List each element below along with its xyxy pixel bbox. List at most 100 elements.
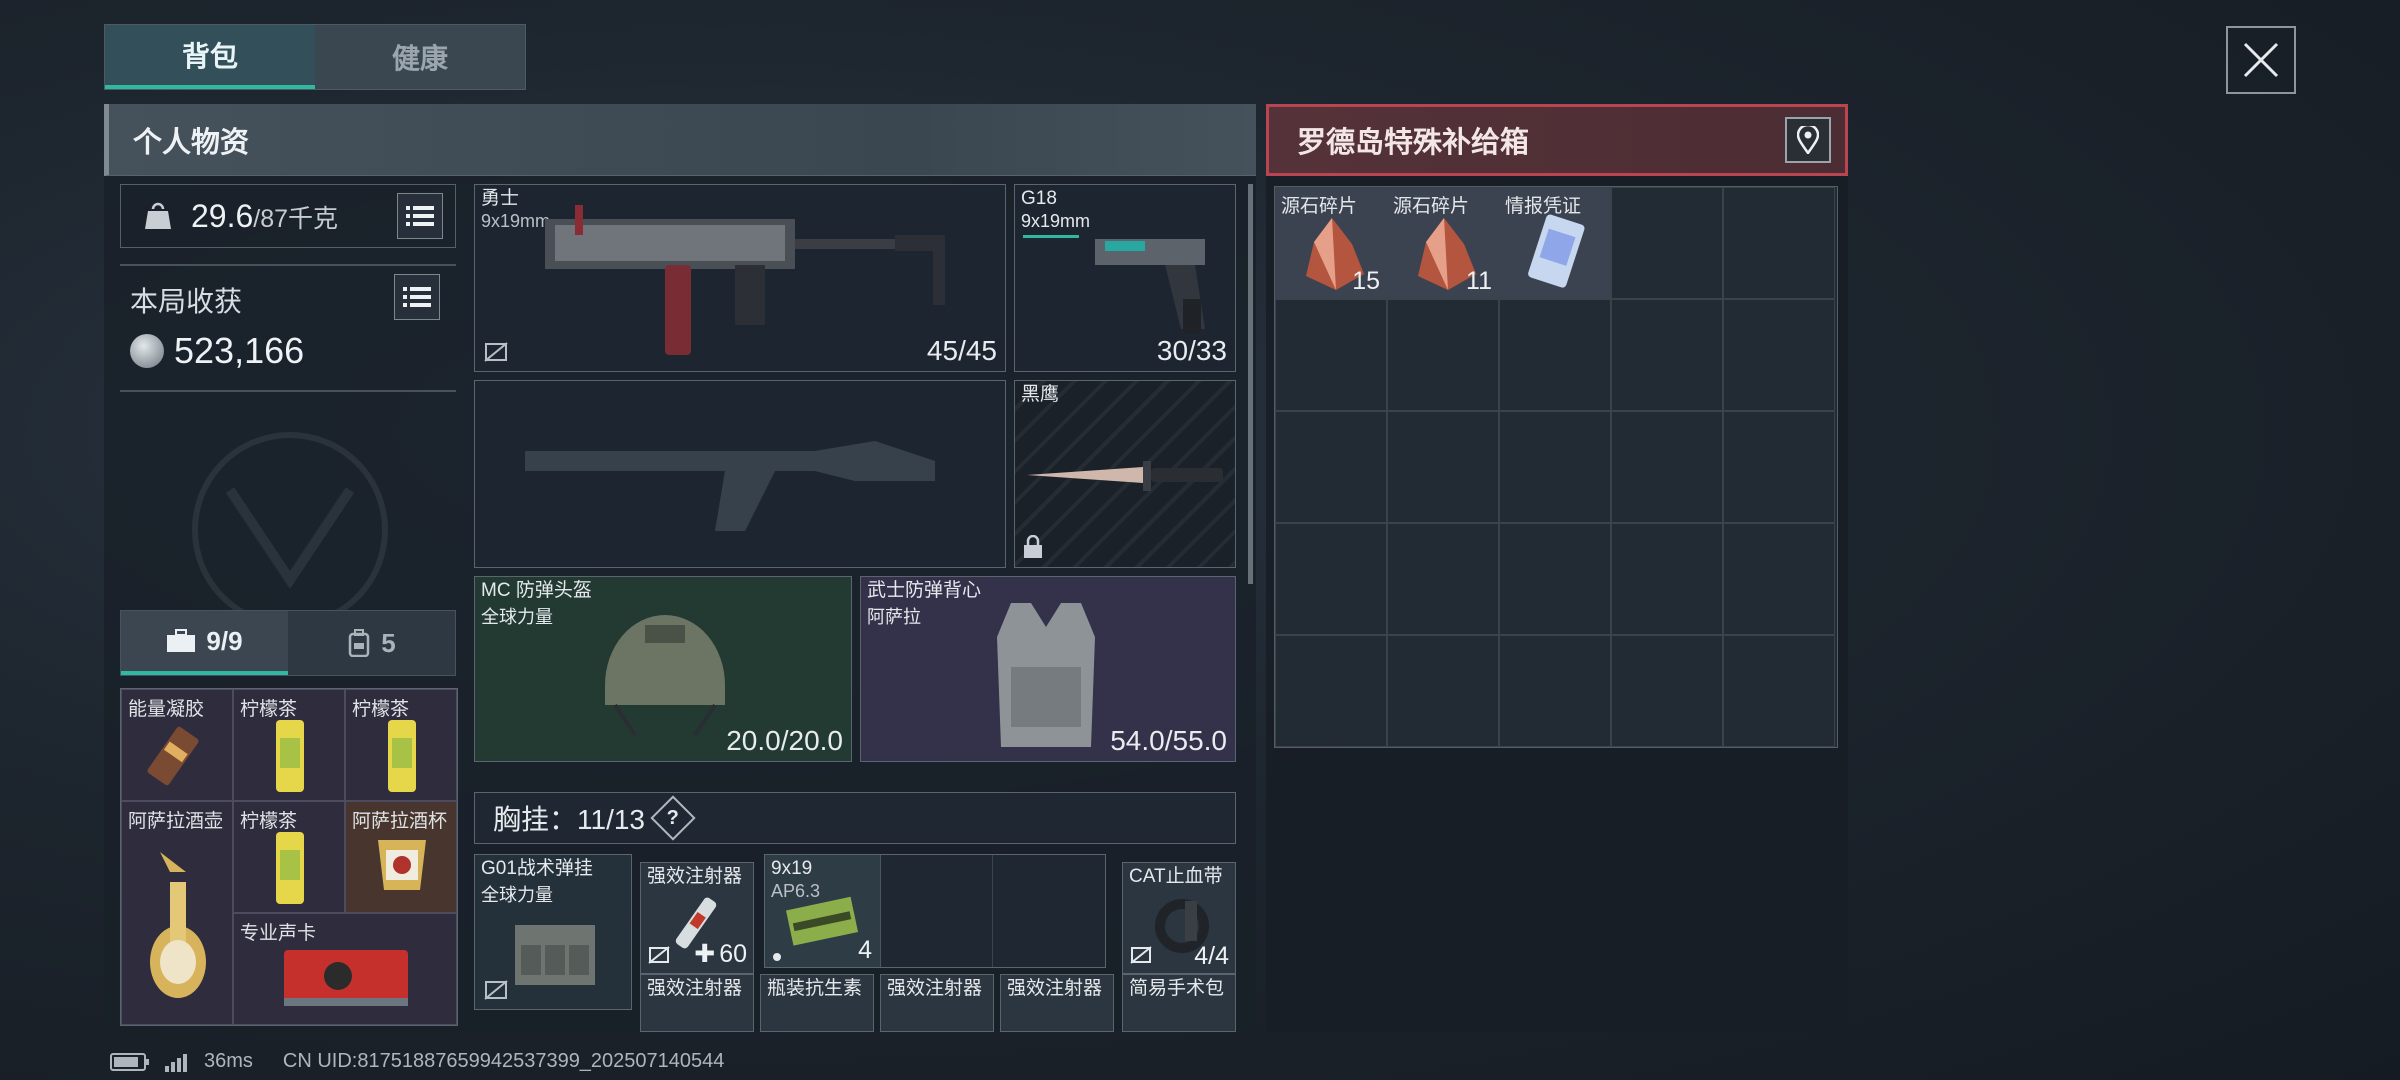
chest-rig-icon — [515, 925, 595, 985]
empty-cell[interactable] — [1387, 523, 1499, 635]
chest-item-surgery-kit[interactable]: 简易手术包 — [1122, 974, 1236, 1032]
ammo-box-icon — [786, 896, 859, 946]
chest-item-injector[interactable]: 强效注射器 ✚ 60 — [640, 862, 754, 974]
sidearm-slot[interactable]: G18 9x19mm 30/33 — [1014, 184, 1236, 372]
emblem-watermark-icon — [192, 432, 388, 628]
armor-slot[interactable]: 武士防弹背心 阿萨拉 54.0/55.0 — [860, 576, 1236, 762]
knife-icon — [1027, 461, 1223, 491]
wine-cup-icon — [378, 840, 426, 890]
inventory-item[interactable]: 阿萨拉酒壶 — [121, 801, 233, 1025]
no-insure-icon — [1130, 946, 1152, 964]
weight-max: /87千克 — [253, 204, 339, 233]
haul-value-row: 523,166 — [130, 330, 304, 372]
empty-cell[interactable] — [1611, 523, 1723, 635]
empty-cell[interactable] — [1275, 635, 1387, 747]
plus-icon: ✚ — [694, 940, 716, 968]
chest-rig-capacity: 胸挂：11/13 — [493, 804, 645, 835]
chest-rig-header: 胸挂：11/13 ? — [474, 792, 1236, 844]
chest-item-tourniquet[interactable]: CAT止血带 4/4 — [1122, 862, 1236, 974]
tab-safe-case[interactable]: 9/9 — [121, 611, 288, 675]
battery-icon — [110, 1052, 149, 1071]
empty-cell[interactable] — [1499, 635, 1611, 747]
tab-health[interactable]: 健康 — [315, 25, 525, 89]
empty-cell[interactable] — [1387, 635, 1499, 747]
empty-cell[interactable] — [1723, 523, 1835, 635]
inventory-item[interactable]: 柠檬茶 — [233, 689, 345, 801]
empty-cell[interactable] — [1611, 187, 1723, 299]
inventory-item[interactable]: 柠檬茶 — [345, 689, 457, 801]
ammo-dot-icon — [773, 953, 781, 961]
backpack-icon — [349, 629, 370, 657]
uid: CN UID:817518876599425373​99_20250714054… — [282, 1050, 725, 1072]
haul-list-button[interactable] — [394, 274, 440, 320]
secondary-weapon-slot[interactable] — [474, 380, 1006, 568]
empty-cell[interactable] — [1499, 523, 1611, 635]
tab-backpack[interactable]: 背包 — [105, 25, 315, 89]
divider — [120, 264, 456, 266]
inventory-item[interactable]: 专业声卡 — [233, 913, 457, 1025]
helmet-slot[interactable]: MC 防弹头盔 全球力量 20.0/20.0 — [474, 576, 852, 762]
injector-uses: ✚ 60 — [694, 939, 747, 969]
lemon-tea-icon — [276, 720, 304, 792]
vest-icon — [997, 603, 1095, 747]
location-pin-icon — [1797, 126, 1819, 154]
loot-item[interactable]: 情报凭证 — [1499, 187, 1611, 299]
close-icon — [2243, 42, 2279, 78]
pistol-icon — [1095, 239, 1205, 333]
chest-item-injector-3[interactable]: 强效注射器 — [880, 974, 994, 1032]
loot-item[interactable]: 源石碎片 15 — [1275, 187, 1387, 299]
rifle-silhouette-icon — [525, 441, 935, 531]
melee-slot[interactable]: 黑鹰 — [1014, 380, 1236, 568]
no-insure-icon — [648, 946, 670, 964]
weight-current: 29.6 — [191, 197, 254, 234]
sound-card-icon — [284, 950, 408, 1006]
sidearm-accent-bar — [1023, 235, 1079, 238]
loot-container-name: 罗德岛特殊补给箱 — [1297, 127, 1530, 159]
empty-cell[interactable] — [1387, 411, 1499, 523]
personal-panel-title: 个人物资 — [104, 104, 1256, 176]
ammo-pouch: 9x19 AP6.3 4 — [764, 854, 1106, 968]
intel-card-icon — [1528, 214, 1585, 288]
tab-backpack-small[interactable]: 5 — [288, 611, 455, 675]
coin-icon — [130, 334, 164, 368]
empty-cell[interactable] — [1611, 635, 1723, 747]
inventory-item[interactable]: 能量凝胶 — [121, 689, 233, 801]
empty-cell[interactable] — [1499, 299, 1611, 411]
energy-gel-icon — [147, 726, 199, 786]
chest-item-antibiotic[interactable]: 瓶装抗生素 — [760, 974, 874, 1032]
location-button[interactable] — [1785, 117, 1831, 163]
empty-cell[interactable] — [1275, 523, 1387, 635]
inventory-item[interactable]: 阿萨拉酒杯 — [345, 801, 457, 913]
empty-cell[interactable] — [1275, 299, 1387, 411]
loot-grid: 源石碎片 15 源石碎片 11 情报凭证 — [1274, 186, 1838, 748]
close-button[interactable] — [2226, 26, 2296, 94]
chest-item-injector-4[interactable]: 强效注射器 — [1000, 974, 1114, 1032]
inventory-item[interactable]: 柠檬茶 — [233, 801, 345, 913]
weight-list-button[interactable] — [397, 193, 443, 239]
loot-item[interactable]: 源石碎片 11 — [1387, 187, 1499, 299]
chest-item-injector-2[interactable]: 强效注射器 — [640, 974, 754, 1032]
ping: 36ms — [204, 1050, 253, 1072]
chest-item-ammo[interactable]: 9x19 AP6.3 4 — [765, 855, 881, 967]
empty-cell[interactable] — [1275, 411, 1387, 523]
main-tabs: 背包 健康 — [104, 24, 526, 90]
signal-icon — [165, 1053, 187, 1072]
empty-cell[interactable] — [1499, 411, 1611, 523]
empty-cell[interactable] — [1611, 411, 1723, 523]
empty-cell[interactable] — [1723, 635, 1835, 747]
help-icon: ? — [666, 806, 680, 829]
haul-title: 本局收获 — [130, 286, 243, 317]
empty-cell[interactable] — [1387, 299, 1499, 411]
primary-weapon-slot[interactable]: 勇士 9x19mm 45/45 — [474, 184, 1006, 372]
empty-cell[interactable] — [881, 855, 993, 967]
list-icon — [406, 206, 434, 226]
help-button[interactable]: ? — [650, 795, 696, 841]
empty-cell[interactable] — [1723, 411, 1835, 523]
chest-rig-slot[interactable]: G01战术弹挂 全球力量 — [474, 854, 632, 1010]
safe-case-grid: 能量凝胶 柠檬茶 柠檬茶 阿萨拉酒壶 柠檬茶 阿萨拉酒杯 专业声卡 — [120, 688, 458, 1026]
empty-cell[interactable] — [1723, 299, 1835, 411]
center-scrollbar[interactable] — [1248, 184, 1253, 584]
empty-cell[interactable] — [1723, 187, 1835, 299]
status-bar: 36ms CN UID:817518876599425373​99_202507… — [110, 1050, 724, 1073]
empty-cell[interactable] — [1611, 299, 1723, 411]
